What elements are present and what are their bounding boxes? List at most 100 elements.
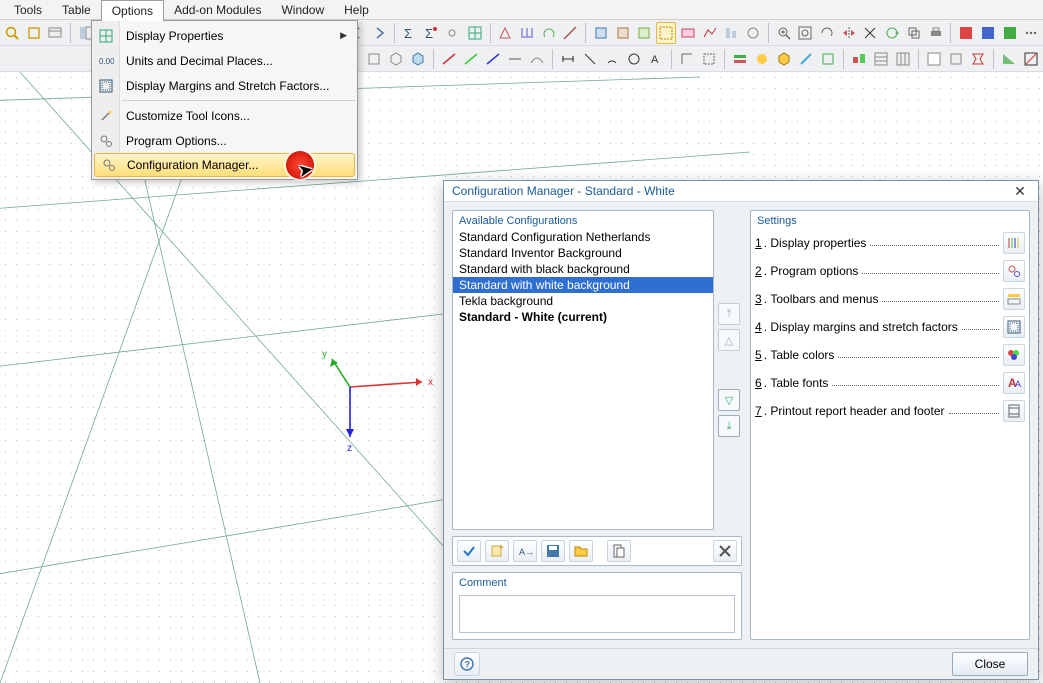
tool-dim5-icon[interactable]: A xyxy=(646,48,666,70)
rename-button[interactable]: A→B xyxy=(513,540,537,562)
menuitem-units[interactable]: 0.00 Units and Decimal Places... xyxy=(92,48,357,73)
list-item[interactable]: Standard Configuration Netherlands xyxy=(453,229,713,245)
tool-line5-icon[interactable] xyxy=(527,48,547,70)
tool-i2-icon[interactable] xyxy=(946,48,966,70)
close-icon[interactable]: ✕ xyxy=(1010,181,1030,201)
tool-dim3-icon[interactable] xyxy=(602,48,622,70)
tool-moment-icon[interactable] xyxy=(539,22,559,44)
export-button[interactable] xyxy=(607,540,631,562)
tool-support-icon[interactable] xyxy=(496,22,516,44)
help-button[interactable]: ? xyxy=(454,652,480,676)
tool-cube-icon[interactable] xyxy=(24,22,44,44)
tool-result6-icon[interactable] xyxy=(721,22,741,44)
tool-green-icon[interactable] xyxy=(1000,22,1020,44)
edit-setting-button[interactable]: AA xyxy=(1003,372,1025,394)
tool-j2-icon[interactable] xyxy=(1021,48,1041,70)
list-item[interactable]: Tekla background xyxy=(453,293,713,309)
apply-button[interactable] xyxy=(457,540,481,562)
tool-sigma2-icon[interactable]: Σ xyxy=(422,22,442,44)
edit-setting-button[interactable] xyxy=(1003,344,1025,366)
edit-setting-button[interactable] xyxy=(1003,316,1025,338)
menuitem-customize-icons[interactable]: Customize Tool Icons... xyxy=(92,103,357,128)
tool-g2-icon[interactable] xyxy=(752,48,772,70)
tool-print-icon[interactable] xyxy=(926,22,946,44)
tool-g1-icon[interactable] xyxy=(730,48,750,70)
tool-line1-icon[interactable] xyxy=(439,48,459,70)
menu-tools[interactable]: Tools xyxy=(4,0,52,20)
tool-load-icon[interactable] xyxy=(517,22,537,44)
tool-i1-icon[interactable] xyxy=(924,48,944,70)
tool-blue-icon[interactable] xyxy=(978,22,998,44)
tool-mirror-icon[interactable] xyxy=(839,22,859,44)
list-item[interactable]: Standard with white background xyxy=(453,277,713,293)
edit-setting-button[interactable] xyxy=(1003,288,1025,310)
move-down-button[interactable]: ▽ xyxy=(718,389,740,411)
tool-zoom-fit-icon[interactable] xyxy=(795,22,815,44)
menu-help[interactable]: Help xyxy=(334,0,379,20)
tool-x-icon[interactable] xyxy=(861,22,881,44)
menu-options[interactable]: Options xyxy=(101,0,164,20)
tool-link-icon[interactable] xyxy=(443,22,463,44)
tool-rot2-icon[interactable] xyxy=(882,22,902,44)
delete-button[interactable] xyxy=(713,540,737,562)
tool-g5-icon[interactable] xyxy=(818,48,838,70)
tool-h3-icon[interactable] xyxy=(893,48,913,70)
menu-window[interactable]: Window xyxy=(271,0,334,20)
tool-result5-icon[interactable] xyxy=(700,22,720,44)
tool-window-icon[interactable] xyxy=(45,22,65,44)
menuitem-display-properties[interactable]: Display Properties ▶ xyxy=(92,23,357,48)
save-button[interactable] xyxy=(541,540,565,562)
tool-line3-icon[interactable] xyxy=(483,48,503,70)
move-bottom-button[interactable]: ⤓ xyxy=(718,415,740,437)
list-item[interactable]: Standard Inventor Background xyxy=(453,245,713,261)
tool-grid-icon[interactable] xyxy=(465,22,485,44)
tool-result7-icon[interactable] xyxy=(743,22,763,44)
tool-dim2-icon[interactable] xyxy=(580,48,600,70)
tool-more-icon[interactable] xyxy=(1021,22,1041,44)
menuitem-display-margins[interactable]: Display Margins and Stretch Factors... xyxy=(92,73,357,98)
list-item[interactable]: Standard with black background xyxy=(453,261,713,277)
tool-select-box-icon[interactable] xyxy=(656,22,676,44)
tool-arrow-right-icon[interactable] xyxy=(369,22,389,44)
close-button[interactable]: Close xyxy=(952,652,1028,676)
tool-line4-icon[interactable] xyxy=(505,48,525,70)
dialog-titlebar[interactable]: Configuration Manager - Standard - White… xyxy=(444,181,1038,202)
new-button[interactable]: ✦ xyxy=(485,540,509,562)
tool-f1-icon[interactable] xyxy=(677,48,697,70)
tool-result2-icon[interactable] xyxy=(613,22,633,44)
tool-dim1-icon[interactable] xyxy=(558,48,578,70)
comment-field[interactable] xyxy=(459,595,735,633)
tool-g4-icon[interactable] xyxy=(796,48,816,70)
menuitem-program-options[interactable]: Program Options... xyxy=(92,128,357,153)
tool-view2-icon[interactable] xyxy=(364,48,384,70)
edit-setting-button[interactable] xyxy=(1003,400,1025,422)
edit-setting-button[interactable] xyxy=(1003,232,1025,254)
tool-copy-icon[interactable] xyxy=(904,22,924,44)
tool-result1-icon[interactable] xyxy=(591,22,611,44)
tool-rotate-icon[interactable] xyxy=(817,22,837,44)
open-button[interactable] xyxy=(569,540,593,562)
move-up-button[interactable]: △ xyxy=(718,329,740,351)
tool-g3-icon[interactable] xyxy=(774,48,794,70)
tool-red-icon[interactable] xyxy=(956,22,976,44)
tool-view4-icon[interactable] xyxy=(408,48,428,70)
tool-line-icon[interactable] xyxy=(561,22,581,44)
tool-result4-icon[interactable] xyxy=(678,22,698,44)
tool-j1-icon[interactable] xyxy=(999,48,1019,70)
tool-zoom-in-icon[interactable] xyxy=(774,22,794,44)
edit-setting-button[interactable] xyxy=(1003,260,1025,282)
tool-dim4-icon[interactable] xyxy=(624,48,644,70)
tool-h1-icon[interactable] xyxy=(849,48,869,70)
tool-sigma-icon[interactable]: Σ xyxy=(400,22,420,44)
menu-addon[interactable]: Add-on Modules xyxy=(164,0,271,20)
tool-f2-icon[interactable] xyxy=(699,48,719,70)
menuitem-configuration-manager[interactable]: Configuration Manager... xyxy=(94,153,355,177)
configurations-list[interactable]: Standard Configuration Netherlands Stand… xyxy=(453,229,713,529)
tool-view3-icon[interactable] xyxy=(386,48,406,70)
tool-line2-icon[interactable] xyxy=(461,48,481,70)
tool-h2-icon[interactable] xyxy=(871,48,891,70)
tool-zoom-icon[interactable] xyxy=(2,22,22,44)
tool-result3-icon[interactable] xyxy=(635,22,655,44)
menu-table[interactable]: Table xyxy=(52,0,101,20)
list-item[interactable]: Standard - White (current) xyxy=(453,309,713,325)
